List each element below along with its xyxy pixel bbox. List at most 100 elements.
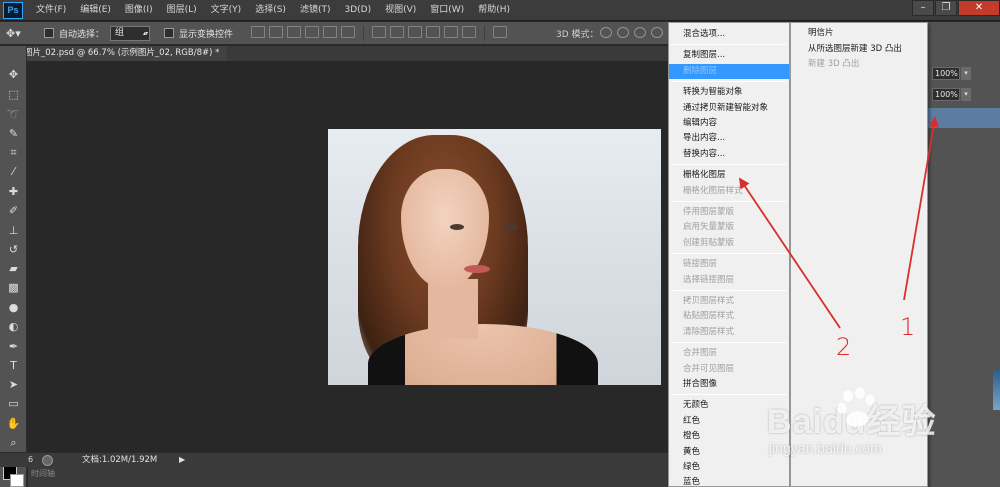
type-tool-icon[interactable]: T xyxy=(6,359,21,373)
align-right-icon[interactable] xyxy=(341,25,356,38)
context-menu-item[interactable]: 混合选项... xyxy=(683,27,785,42)
context-menu-item[interactable]: 拼合图像 xyxy=(683,377,785,392)
menu-layer[interactable]: 图层(L) xyxy=(160,0,204,21)
lasso-tool-icon[interactable]: ➰ xyxy=(6,108,21,122)
3d-slide-icon[interactable] xyxy=(651,27,663,38)
document-tab[interactable]: 图片_02.psd @ 66.7% (示例图片_02, RGB/8#) * xyxy=(18,46,228,61)
menu-view[interactable]: 视图(V) xyxy=(378,0,423,21)
move-tool-preset-icon[interactable]: ✥▾ xyxy=(6,25,38,42)
show-transform-checkbox[interactable] xyxy=(164,28,175,38)
menu-file[interactable]: 文件(F) xyxy=(29,0,73,21)
quick-select-tool-icon[interactable]: ✎ xyxy=(6,127,21,141)
context-menu-item[interactable]: 复制图层... xyxy=(683,48,785,63)
align-top-icon[interactable] xyxy=(251,25,266,38)
menu-edit[interactable]: 编辑(E) xyxy=(73,0,118,21)
healing-brush-tool-icon[interactable]: ✚ xyxy=(6,185,21,199)
align-left-icon[interactable] xyxy=(305,25,320,38)
context-menu-item[interactable]: 删除图层 xyxy=(669,63,789,79)
menu-help[interactable]: 帮助(H) xyxy=(471,0,517,21)
submenu-item[interactable]: 明信片 xyxy=(808,26,923,41)
fill-input[interactable]: 100% xyxy=(932,88,960,101)
align-buttons xyxy=(249,25,509,41)
blur-tool-icon[interactable]: ● xyxy=(6,301,21,315)
brush-tool-icon[interactable]: ✐ xyxy=(6,204,21,218)
close-button[interactable]: ✕ xyxy=(958,0,1000,16)
menu-separator xyxy=(671,81,787,83)
3d-roll-icon[interactable] xyxy=(617,27,629,38)
photo-lips xyxy=(464,265,490,273)
menu-3d[interactable]: 3D(D) xyxy=(337,0,378,21)
submenu-item[interactable]: 从所选图层新建 3D 凸出 xyxy=(808,42,923,57)
align-hcenter-icon[interactable] xyxy=(323,25,338,38)
context-menu-item[interactable]: 无颜色 xyxy=(683,398,785,413)
status-info-icon[interactable] xyxy=(42,455,53,466)
auto-align-icon[interactable] xyxy=(493,25,508,38)
minimize-button[interactable]: – xyxy=(912,0,934,16)
distribute-top-icon[interactable] xyxy=(372,25,387,38)
context-menu-item[interactable]: 编辑内容 xyxy=(683,116,785,131)
distribute-hcenter-icon[interactable] xyxy=(444,25,459,38)
menu-separator xyxy=(671,201,787,202)
3d-rotate-icon[interactable] xyxy=(600,27,612,38)
hand-tool-icon[interactable]: ✋ xyxy=(6,417,21,431)
document-image[interactable] xyxy=(328,129,661,385)
selected-layer-row[interactable] xyxy=(920,108,1000,128)
context-menu-item[interactable]: 替换内容... xyxy=(683,147,785,162)
distribute-left-icon[interactable] xyxy=(426,25,441,38)
distribute-right-icon[interactable] xyxy=(462,25,477,38)
rectangle-tool-icon[interactable]: ▭ xyxy=(6,397,21,411)
context-menu-item[interactable]: 蓝色 xyxy=(683,475,785,487)
context-menu-item[interactable]: 通过拷贝新建智能对象 xyxy=(683,101,785,116)
align-bottom-icon[interactable] xyxy=(287,25,302,38)
annotation-label-1: 1 xyxy=(900,313,916,341)
menu-window[interactable]: 窗口(W) xyxy=(423,0,471,21)
zoom-tool-icon[interactable]: ⌕ xyxy=(6,436,21,450)
document-tab-bar: 图片_02.psd @ 66.7% (示例图片_02, RGB/8#) * xyxy=(18,46,668,61)
crop-tool-icon[interactable]: ⌗ xyxy=(6,146,21,160)
context-menu-item[interactable]: 红色 xyxy=(683,414,785,429)
clone-stamp-tool-icon[interactable]: ⊥ xyxy=(6,224,21,238)
context-menu-item[interactable]: 栅格化图层 xyxy=(683,168,785,183)
status-menu-arrow[interactable]: ▶ xyxy=(179,453,185,467)
menu-type[interactable]: 文字(Y) xyxy=(204,0,249,21)
context-menu-item: 停用图层蒙版 xyxy=(683,207,735,217)
marquee-tool-icon[interactable]: ⬚ xyxy=(6,88,21,102)
fill-dropdown-icon[interactable]: ▾ xyxy=(961,88,971,101)
context-menu-item[interactable]: 绿色 xyxy=(683,460,785,475)
opacity-input[interactable]: 100% xyxy=(932,67,960,80)
auto-select-dropdown[interactable]: 组 xyxy=(110,25,151,41)
restore-button[interactable]: ❐ xyxy=(935,0,957,16)
menu-bar: Ps 文件(F) 编辑(E) 图像(I) 图层(L) 文字(Y) 选择(S) 滤… xyxy=(0,0,1000,21)
eraser-tool-icon[interactable]: ▰ xyxy=(6,262,21,276)
context-menu-item: 清除图层样式 xyxy=(683,326,735,337)
distribute-vcenter-icon[interactable] xyxy=(390,25,405,38)
annotation-label-2: 2 xyxy=(836,333,852,361)
zoom-value[interactable]: 6 xyxy=(28,453,33,467)
background-color-swatch[interactable] xyxy=(10,474,24,487)
context-menu-item: 合并可见图层 xyxy=(683,363,735,374)
opacity-dropdown-icon[interactable]: ▾ xyxy=(961,67,971,80)
align-vcenter-icon[interactable] xyxy=(269,25,284,38)
menu-image[interactable]: 图像(I) xyxy=(118,0,160,21)
menu-filter[interactable]: 滤镜(T) xyxy=(293,0,338,21)
3d-pan-icon[interactable] xyxy=(634,27,646,38)
distribute-bottom-icon[interactable] xyxy=(408,25,423,38)
context-menu-item: 启用矢量蒙版 xyxy=(683,222,735,233)
context-menu-item[interactable]: 橙色 xyxy=(683,429,785,444)
window-controls: – ❐ ✕ xyxy=(911,0,1000,18)
move-tool-icon[interactable]: ✥ xyxy=(6,68,21,82)
context-menu-item[interactable]: 导出内容... xyxy=(683,131,785,146)
context-menu-item[interactable]: 黄色 xyxy=(683,445,785,460)
path-select-tool-icon[interactable]: ➤ xyxy=(6,378,21,392)
context-menu-item: 链接图层 xyxy=(683,259,718,270)
auto-select-checkbox[interactable] xyxy=(44,28,54,38)
gradient-tool-icon[interactable]: ▩ xyxy=(6,281,21,295)
dodge-tool-icon[interactable]: ◐ xyxy=(6,320,21,334)
context-menu-item[interactable]: 转换为智能对象 xyxy=(683,85,785,100)
eyedropper-tool-icon[interactable]: ⁄ xyxy=(6,165,21,179)
timeline-tab[interactable]: 时间轴 xyxy=(28,467,668,487)
3d-mode-label: 3D 模式： xyxy=(556,30,599,40)
menu-select[interactable]: 选择(S) xyxy=(248,0,293,21)
pen-tool-icon[interactable]: ✒ xyxy=(6,340,21,354)
history-brush-tool-icon[interactable]: ↺ xyxy=(6,243,21,257)
